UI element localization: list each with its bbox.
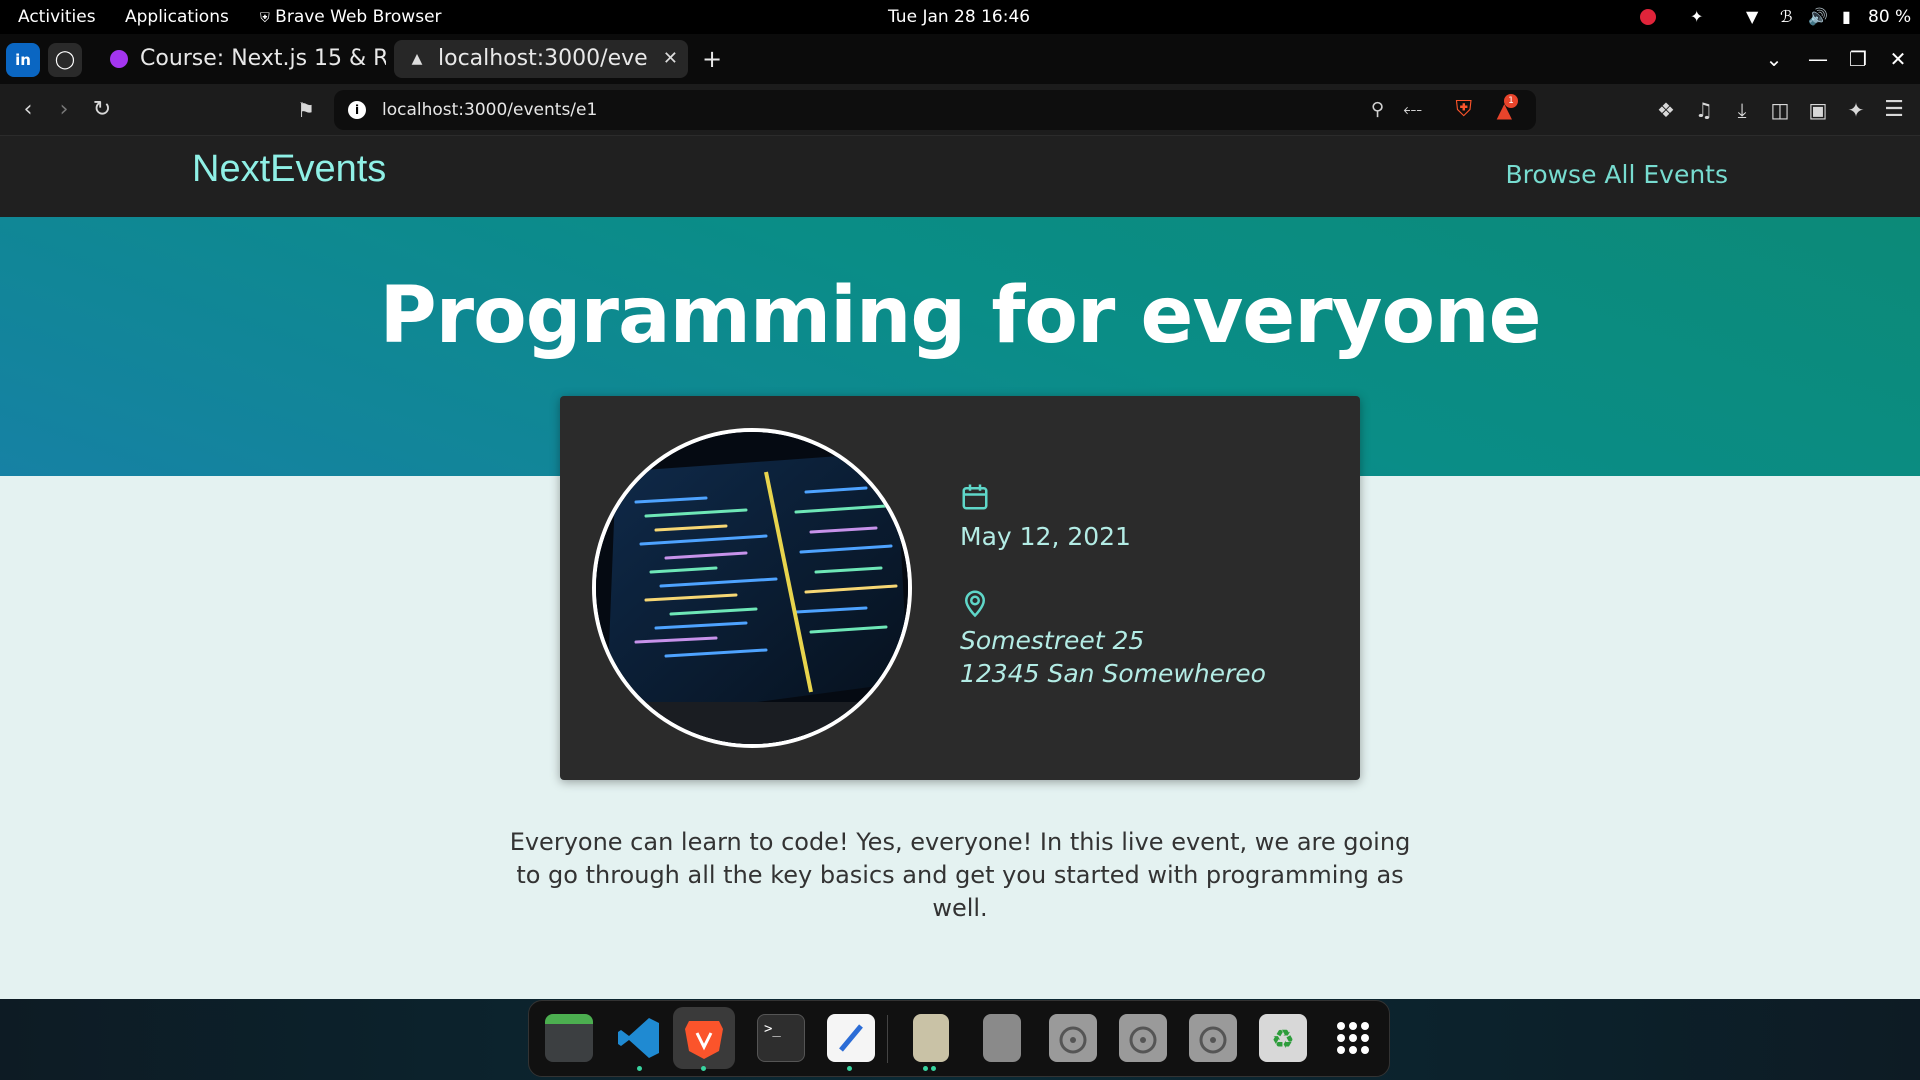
- tab-label: Course: Next.js 15 & R: [140, 46, 386, 71]
- browser-toolbar: ‹ › ↻ ⚑ i localhost:3000/events/e1 ⚲ ⤎ ⛨…: [0, 84, 1920, 136]
- running-indicator: [923, 1066, 928, 1071]
- vscode-icon[interactable]: [615, 1014, 663, 1062]
- wallet-icon[interactable]: ▣: [1800, 92, 1836, 128]
- browser-tab-strip: in ◯ Course: Next.js 15 & R ▲ localhost:…: [0, 34, 1920, 84]
- bluetooth-icon[interactable]: ℬ: [1780, 0, 1793, 34]
- event-date: May 12, 2021: [960, 522, 1131, 551]
- activities-button[interactable]: Activities: [18, 0, 96, 34]
- active-app-label: Brave Web Browser: [275, 7, 442, 27]
- event-image: [592, 428, 912, 748]
- applications-menu[interactable]: Applications: [125, 0, 229, 34]
- forward-icon[interactable]: ›: [46, 92, 82, 128]
- tab-course[interactable]: Course: Next.js 15 & R: [96, 40, 386, 78]
- running-indicator: [931, 1066, 936, 1071]
- running-indicator: [637, 1066, 642, 1071]
- location-pin-icon: [964, 590, 986, 618]
- menu-icon[interactable]: ☰: [1876, 92, 1912, 128]
- clock[interactable]: Tue Jan 28 16:46: [888, 0, 1030, 34]
- media-icon[interactable]: ♫: [1686, 92, 1722, 128]
- terminal-icon[interactable]: >_: [757, 1014, 805, 1062]
- close-tab-icon[interactable]: ✕: [663, 40, 678, 78]
- zoom-icon[interactable]: ⚲: [1371, 90, 1384, 130]
- disk-icon[interactable]: [983, 1014, 1021, 1062]
- disc-icon-1[interactable]: [1049, 1014, 1097, 1062]
- accessibility-icon[interactable]: ✦: [1690, 0, 1703, 34]
- close-window-icon[interactable]: ✕: [1878, 34, 1918, 84]
- dock: >_ ♻: [528, 1000, 1390, 1077]
- active-app-menu[interactable]: ⛨ Brave Web Browser: [260, 0, 442, 34]
- battery-icon[interactable]: ▮: [1842, 0, 1851, 34]
- site-info-icon[interactable]: i: [348, 101, 366, 119]
- volume-icon[interactable]: 🔊: [1808, 0, 1828, 34]
- code-laptop-illustration: [596, 432, 908, 744]
- archive-icon[interactable]: [913, 1014, 949, 1062]
- new-tab-button[interactable]: +: [694, 40, 730, 78]
- share-icon[interactable]: ⤎: [1403, 90, 1422, 130]
- site-header: NextEvents Browse All Events: [0, 136, 1920, 217]
- restore-icon[interactable]: ❐: [1838, 34, 1878, 84]
- notification-badge: 1: [1504, 94, 1518, 108]
- running-indicator: [701, 1066, 706, 1071]
- do-not-disturb-icon[interactable]: [1640, 9, 1656, 25]
- event-summary-card: May 12, 2021 Somestreet 25 12345 San Som…: [560, 396, 1360, 780]
- wifi-icon[interactable]: ▼: [1746, 0, 1758, 34]
- tab-list-chevron-down-icon[interactable]: ⌄: [1754, 34, 1794, 84]
- dock-separator: [887, 1015, 888, 1063]
- trash-icon[interactable]: ♻: [1259, 1014, 1307, 1062]
- disc-icon-2[interactable]: [1119, 1014, 1167, 1062]
- files-icon[interactable]: [545, 1014, 593, 1062]
- text-editor-icon[interactable]: [827, 1014, 875, 1062]
- event-address-line1: Somestreet 25: [960, 626, 1145, 655]
- leo-ai-icon[interactable]: ✦: [1838, 92, 1874, 128]
- address-bar[interactable]: i localhost:3000/events/e1 ⚲ ⤎ ⛨ ▲ 1: [334, 90, 1536, 130]
- brave-shields-icon[interactable]: ⛨: [1455, 90, 1472, 130]
- linkedin-pinned-tab-icon[interactable]: in: [6, 43, 40, 77]
- calendar-icon: [962, 484, 988, 510]
- brave-small-icon: ⛨: [260, 11, 270, 26]
- url-text[interactable]: localhost:3000/events/e1: [382, 90, 597, 130]
- tab-label: localhost:3000/eve: [438, 46, 648, 71]
- site-logo[interactable]: NextEvents: [192, 148, 386, 191]
- minimize-icon[interactable]: —: [1798, 34, 1838, 84]
- github-pinned-tab-icon[interactable]: ◯: [48, 43, 82, 77]
- nextjs-favicon-icon: ▲: [411, 51, 423, 67]
- running-indicator: [847, 1066, 852, 1071]
- event-address-line2: 12345 San Somewhereo: [960, 659, 1266, 688]
- event-description: Everyone can learn to code! Yes, everyon…: [509, 828, 1411, 922]
- brave-icon[interactable]: [673, 1007, 735, 1069]
- event-title: Programming for everyone: [379, 271, 1541, 361]
- tab-localhost[interactable]: ▲ localhost:3000/eve ✕: [394, 40, 688, 78]
- back-icon[interactable]: ‹: [10, 92, 46, 128]
- downloads-icon[interactable]: ⤓: [1724, 92, 1760, 128]
- browse-all-events-link[interactable]: Browse All Events: [1505, 160, 1728, 189]
- disc-icon-3[interactable]: [1189, 1014, 1237, 1062]
- udemy-favicon-icon: [110, 50, 128, 68]
- system-top-bar: Activities Applications ⛨ Brave Web Brow…: [0, 0, 1920, 34]
- sidebar-icon[interactable]: ◫: [1762, 92, 1798, 128]
- battery-percent[interactable]: 80 %: [1868, 0, 1911, 34]
- bookmark-icon[interactable]: ⚑: [288, 92, 324, 128]
- app-grid-icon[interactable]: [1329, 1014, 1377, 1062]
- extensions-icon[interactable]: ❖: [1648, 92, 1684, 128]
- reload-icon[interactable]: ↻: [84, 92, 120, 128]
